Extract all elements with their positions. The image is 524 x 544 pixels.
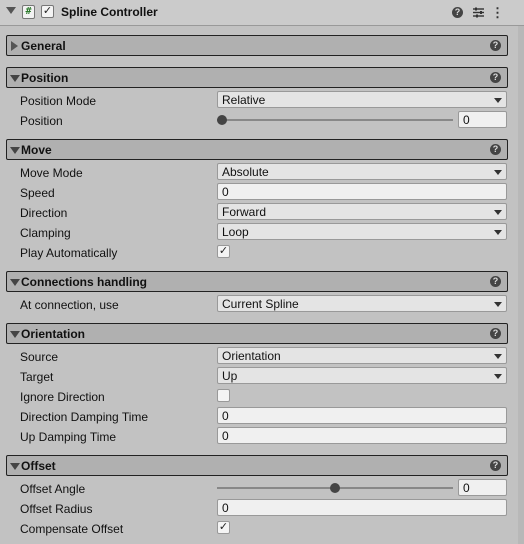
ignore-direction-checkbox[interactable] — [217, 389, 230, 402]
move-mode-dropdown[interactable]: Absolute — [217, 163, 507, 180]
up-damping-field[interactable]: 0 — [217, 427, 507, 444]
component-header: # ✓ Spline Controller ? ⋮ — [0, 0, 524, 26]
at-connection-dropdown[interactable]: Current Spline — [217, 295, 507, 312]
field-value: 0 — [463, 113, 470, 127]
component-enabled-checkbox[interactable]: ✓ — [41, 5, 54, 18]
help-icon[interactable]: ? — [490, 72, 501, 83]
clamping-dropdown[interactable]: Loop — [217, 223, 507, 240]
expanded-arrow-icon — [10, 147, 20, 154]
field-value: 0 — [222, 501, 229, 515]
help-icon[interactable]: ? — [452, 7, 463, 18]
component-title: Spline Controller — [61, 5, 158, 19]
direction-label: Direction — [20, 206, 68, 220]
section-label: Offset — [21, 459, 56, 473]
dropdown-arrow-icon — [494, 374, 502, 379]
position-mode-dropdown[interactable]: Relative — [217, 91, 507, 108]
preset-settings-icon[interactable] — [472, 6, 485, 19]
offset-angle-field[interactable]: 0 — [458, 479, 507, 496]
move-mode-label: Move Mode — [20, 166, 83, 180]
dropdown-arrow-icon — [494, 302, 502, 307]
dropdown-value: Current Spline — [222, 297, 299, 311]
section-label: Connections handling — [21, 275, 147, 289]
compensate-offset-checkbox[interactable]: ✓ — [217, 521, 230, 534]
dropdown-value: Relative — [222, 93, 266, 107]
play-automatically-checkbox[interactable]: ✓ — [217, 245, 230, 258]
collapsed-arrow-icon — [11, 41, 18, 51]
position-field[interactable]: 0 — [458, 111, 507, 128]
expanded-arrow-icon — [10, 279, 20, 286]
field-value: 0 — [222, 429, 229, 443]
direction-damping-label: Direction Damping Time — [20, 410, 149, 424]
dropdown-arrow-icon — [494, 354, 502, 359]
position-slider-thumb[interactable] — [217, 115, 227, 125]
target-dropdown[interactable]: Up — [217, 367, 507, 384]
dropdown-arrow-icon — [494, 230, 502, 235]
field-value: 0 — [463, 481, 470, 495]
expanded-arrow-icon — [10, 463, 20, 470]
section-connections-header[interactable]: Connections handling ? — [6, 271, 508, 292]
source-label: Source — [20, 350, 59, 364]
speed-label: Speed — [20, 186, 55, 200]
dropdown-value: Absolute — [222, 165, 269, 179]
scrollbar[interactable] — [518, 26, 524, 544]
section-label: General — [21, 39, 66, 53]
target-label: Target — [20, 370, 54, 384]
at-connection-label: At connection, use — [20, 298, 119, 312]
section-general-header[interactable]: General ? — [6, 35, 508, 56]
expanded-arrow-icon — [10, 75, 20, 82]
direction-dropdown[interactable]: Forward — [217, 203, 507, 220]
section-move-header[interactable]: Move ? — [6, 139, 508, 160]
help-icon[interactable]: ? — [490, 144, 501, 155]
help-icon[interactable]: ? — [490, 40, 501, 51]
dropdown-arrow-icon — [494, 98, 502, 103]
position-slider[interactable] — [217, 119, 453, 121]
direction-damping-field[interactable]: 0 — [217, 407, 507, 424]
up-damping-label: Up Damping Time — [20, 430, 117, 444]
section-orientation-header[interactable]: Orientation ? — [6, 323, 508, 344]
position-mode-label: Position Mode — [20, 94, 97, 108]
clamping-label: Clamping — [20, 226, 71, 240]
offset-angle-label: Offset Angle — [20, 482, 86, 496]
ignore-direction-label: Ignore Direction — [20, 390, 105, 404]
section-position-header[interactable]: Position ? — [6, 67, 508, 88]
dropdown-value: Orientation — [222, 349, 281, 363]
help-icon[interactable]: ? — [490, 276, 501, 287]
compensate-offset-label: Compensate Offset — [20, 522, 124, 536]
offset-radius-label: Offset Radius — [20, 502, 93, 516]
position-label: Position — [20, 114, 63, 128]
field-value: 0 — [222, 409, 229, 423]
offset-angle-slider-thumb[interactable] — [330, 483, 340, 493]
speed-field[interactable]: 0 — [217, 183, 507, 200]
help-icon[interactable]: ? — [490, 460, 501, 471]
help-icon[interactable]: ? — [490, 328, 501, 339]
component-foldout-icon[interactable] — [6, 7, 16, 14]
dropdown-arrow-icon — [494, 210, 502, 215]
section-label: Move — [21, 143, 52, 157]
play-automatically-label: Play Automatically — [20, 246, 118, 260]
source-dropdown[interactable]: Orientation — [217, 347, 507, 364]
offset-radius-field[interactable]: 0 — [217, 499, 507, 516]
section-label: Position — [21, 71, 69, 85]
dropdown-value: Up — [222, 369, 238, 383]
dropdown-value: Loop — [222, 225, 249, 239]
dropdown-value: Forward — [222, 205, 267, 219]
field-value: 0 — [222, 185, 229, 199]
section-offset-header[interactable]: Offset ? — [6, 455, 508, 476]
script-icon: # — [22, 5, 35, 19]
dropdown-arrow-icon — [494, 170, 502, 175]
context-menu-icon[interactable]: ⋮ — [491, 6, 504, 19]
section-label: Orientation — [21, 327, 86, 341]
expanded-arrow-icon — [10, 331, 20, 338]
